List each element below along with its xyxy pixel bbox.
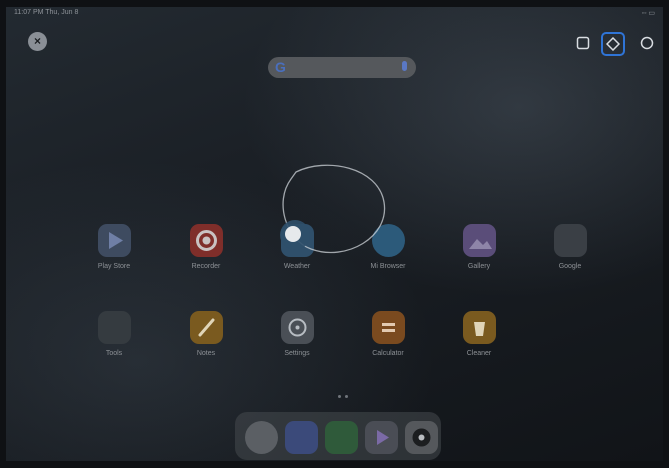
home-screen: 11:07 PM Thu, Jun 8 ◦◦ ▭ × G Play Store … — [6, 7, 663, 461]
pen-stroke-overlay — [280, 164, 386, 254]
